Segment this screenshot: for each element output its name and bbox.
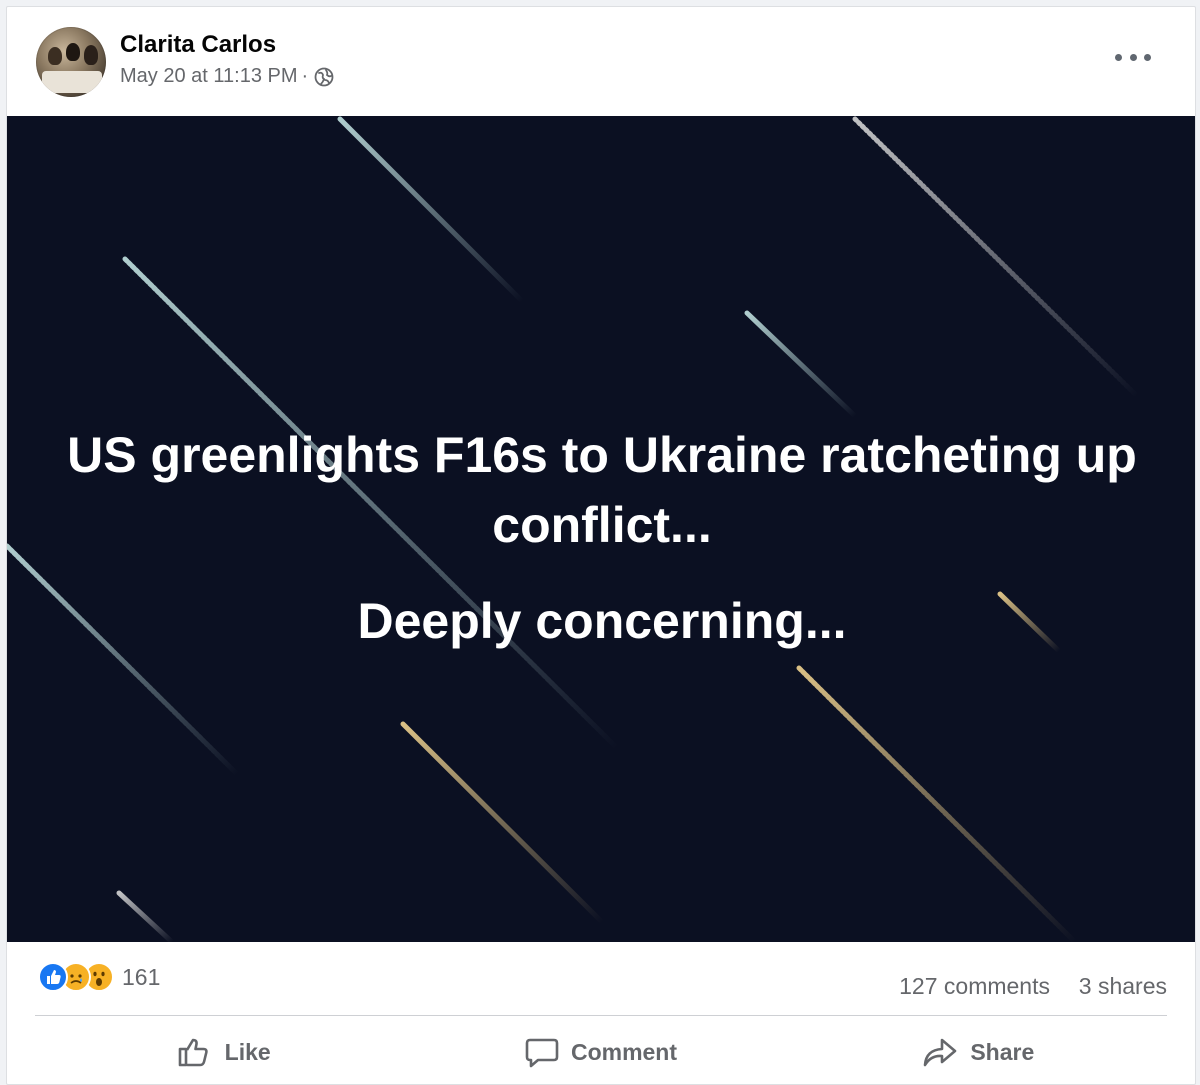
post-image[interactable]: US greenlights F16s to Ukraine ratchetin… [7, 116, 1195, 942]
like-label: Like [224, 1038, 271, 1065]
share-label: Share [970, 1038, 1035, 1065]
comment-icon [525, 1038, 559, 1068]
divider [35, 1015, 1167, 1016]
thumbs-up-icon [178, 1038, 208, 1067]
share-icon [924, 1038, 957, 1067]
engagement-bar: 161 127 comments 3 shares [7, 942, 1195, 1014]
image-subheadline: Deeply concerning... [357, 593, 847, 649]
more-options-icon[interactable] [1115, 45, 1151, 69]
comment-button[interactable]: Comment [412, 1021, 789, 1083]
avatar[interactable] [36, 27, 106, 97]
like-reaction-icon [38, 962, 68, 992]
share-button[interactable]: Share [790, 1021, 1167, 1083]
globe-icon[interactable] [314, 67, 334, 87]
comments-count[interactable]: 127 comments [899, 973, 1050, 1000]
author-name[interactable]: Clarita Carlos [120, 31, 276, 59]
post-timestamp[interactable]: May 20 at 11:13 PM [120, 65, 298, 88]
image-headline: US greenlights F16s to Ukraine ratchetin… [67, 427, 1137, 553]
post-actions: Like Comment Share [35, 1021, 1167, 1083]
like-button[interactable]: Like [35, 1021, 412, 1083]
reaction-count: 161 [122, 963, 161, 990]
post-card: Clarita Carlos May 20 at 11:13 PM · US g… [6, 6, 1196, 1085]
shares-count[interactable]: 3 shares [1079, 973, 1167, 1000]
post-header: Clarita Carlos May 20 at 11:13 PM · [7, 7, 1195, 117]
reactions-summary[interactable]: 161 [38, 962, 160, 992]
post-meta: May 20 at 11:13 PM · [120, 65, 334, 88]
meta-separator: · [301, 65, 309, 87]
comment-label: Comment [570, 1038, 678, 1065]
